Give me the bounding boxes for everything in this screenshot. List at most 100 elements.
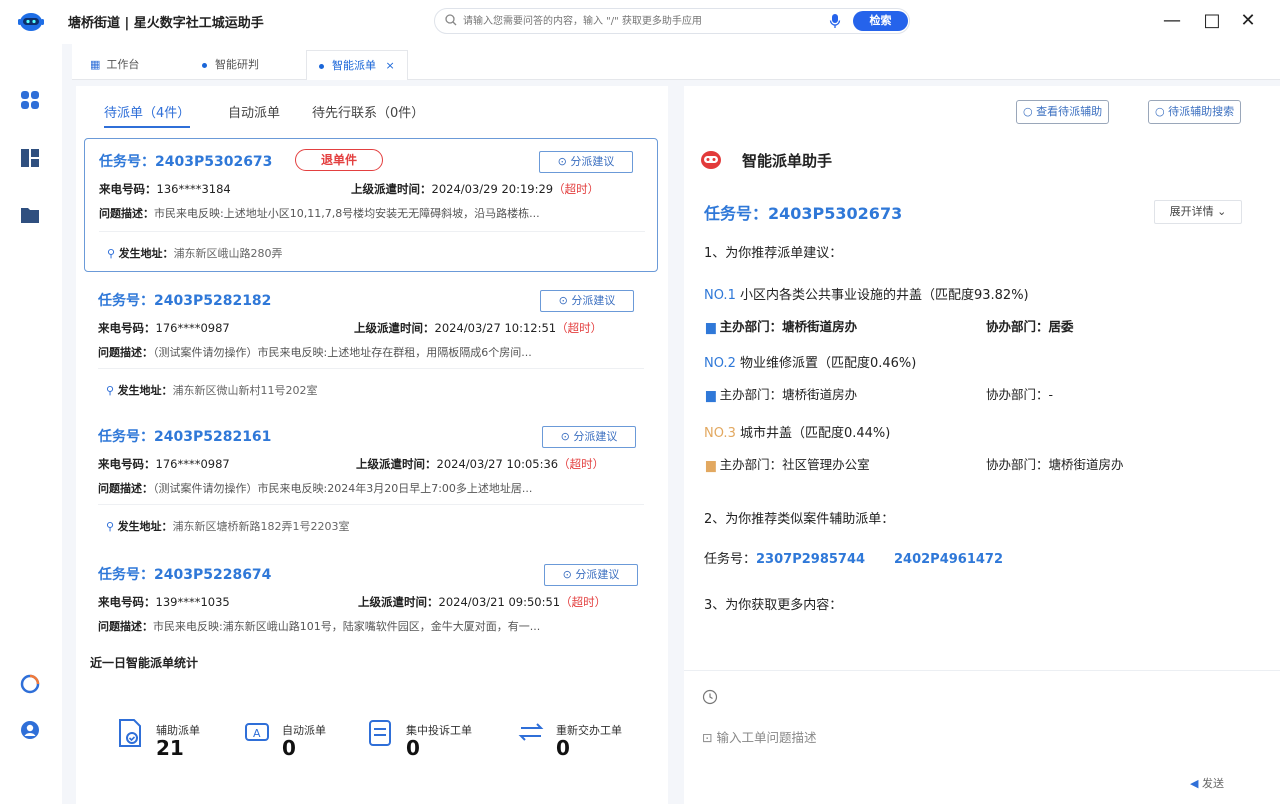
task-prefix: 任务号： [98, 429, 154, 445]
stat-reassigned-orders: 重新交办工单 0 [516, 718, 622, 760]
send-label: 发送 [1201, 777, 1224, 790]
folder-icon[interactable] [20, 206, 40, 224]
app-title: 塘桥街道 | 星火数字社工城运助手 [68, 16, 264, 31]
similar-case-link[interactable]: 2307P2985744 [756, 552, 865, 567]
user-avatar-icon[interactable] [20, 720, 40, 740]
maximize-icon[interactable]: □ [1200, 10, 1224, 31]
caller-phone: 来电号码：136****3184 [99, 181, 231, 197]
task-id: 2403P5228674 [154, 567, 272, 583]
similar-case-link[interactable]: 2402P4961472 [894, 552, 1003, 567]
ticket-card[interactable]: 任务号：2403P5282161 ⊙ 分派建议 来电号码：176****0987… [84, 418, 658, 548]
co-dept: 塘桥街道房办 [1048, 457, 1124, 472]
subtab-auto[interactable]: 自动派单 [228, 102, 280, 121]
ticket-card[interactable]: 任务号：2403P5302673 退单件 ⊙ 分派建议 来电号码：136****… [84, 138, 658, 272]
title-bar: 塘桥街道 | 星火数字社工城运助手 检索 — □ ✕ [0, 0, 1280, 44]
location-pin-icon: ⚲ [106, 384, 115, 397]
stat-complaint-orders: 集中投诉工单 0 [366, 718, 472, 760]
phone-label: 来电号码： [98, 457, 156, 471]
task-id: 2403P5282161 [154, 429, 272, 445]
task-prefix: 任务号： [98, 293, 154, 309]
problem-description: 问题描述：（测试案件请勿操作）市民来电反映:2024年3月20日早上7:00多上… [98, 480, 638, 496]
assistant-swirl-icon[interactable] [20, 674, 40, 694]
subtab-pending[interactable]: 待派单（4件） [104, 102, 191, 128]
send-button[interactable]: ◀ 发送 [1190, 775, 1224, 791]
desc-label: 问题描述： [98, 620, 153, 633]
phone-label: 来电号码： [98, 595, 156, 609]
microphone-icon[interactable] [829, 13, 841, 29]
main-dept: 塘桥街道房办 [782, 319, 858, 334]
phone-label: 来电号码： [98, 321, 156, 335]
question-input[interactable]: ⊡ 输入工单问题描述 [702, 727, 816, 746]
section-similar-cases: 2、为你推荐类似案件辅助派单： [704, 512, 895, 527]
history-clock-icon[interactable] [702, 689, 718, 705]
dispatch-assistant-panel: ○ 查看待派辅助 ○ 待派辅助搜索 智能派单助手 任务号：2403P530267… [684, 86, 1280, 804]
expand-details-button[interactable]: 展开详情 ⌄ [1154, 200, 1242, 224]
location-pin-icon: ⚲ [106, 520, 115, 533]
search-input[interactable] [463, 12, 813, 30]
input-placeholder: 输入工单问题描述 [716, 730, 817, 745]
building-icon: ▆ [706, 387, 716, 402]
phone-value: 136****3184 [156, 182, 231, 196]
tab-smart-analysis[interactable]: 智能研判 [190, 50, 271, 80]
assign-suggestion-button[interactable]: ⊙ 分派建议 [540, 290, 634, 312]
assign-suggestion-button[interactable]: ⊙ 分派建议 [544, 564, 638, 586]
stat-value: 0 [556, 736, 570, 760]
task-id: 2403P5302673 [768, 204, 903, 223]
overtime-flag: （超时） [560, 595, 607, 609]
time-label: 上级派遣时间： [356, 457, 437, 471]
recommendation-3[interactable]: NO.3 城市井盖（匹配度0.44%) [704, 422, 890, 441]
problem-description: 问题描述：（测试案件请勿操作）市民来电反映:上述地址存在群租，用隔板隔成6个房间… [98, 344, 638, 360]
svg-text:A: A [253, 727, 261, 740]
edit-icon: ⊡ [702, 730, 713, 745]
assign-label: 分派建议 [570, 155, 615, 168]
chat-input-area: ⊡ 输入工单问题描述 ◀ 发送 [684, 670, 1280, 804]
view-pending-assist-button[interactable]: ○ 查看待派辅助 [1016, 100, 1110, 124]
tab-label: 工作台 [106, 58, 140, 71]
similar-cases: 任务号：2307P2985744 2402P4961472 [704, 548, 1003, 567]
ticket-card[interactable]: 任务号：2403P5228674 ⊙ 分派建议 来电号码：139****1035… [84, 556, 658, 638]
ticket-card[interactable]: 任务号：2403P5282182 ⊙ 分派建议 来电号码：176****0987… [84, 282, 658, 412]
close-icon[interactable]: ✕ [1236, 10, 1260, 31]
rec-text: 城市井盖（匹配度0.44%) [739, 426, 891, 441]
search-pending-assist-button[interactable]: ○ 待派辅助搜索 [1148, 100, 1242, 124]
send-icon: ◀ [1190, 777, 1199, 790]
dispatch-time: 上级派遣时间：2024/03/27 10:12:51（超时） [354, 320, 602, 336]
main-dept: 塘桥街道房办 [782, 387, 858, 402]
search-button[interactable]: 检索 [853, 11, 908, 31]
tab-workbench[interactable]: ▦ 工作台 [78, 50, 151, 80]
assign-suggestion-button[interactable]: ⊙ 分派建议 [539, 151, 633, 173]
minimize-icon[interactable]: — [1160, 10, 1184, 31]
rec-text: 小区内各类公共事业设施的井盖（匹配度93.82%) [739, 288, 1029, 303]
assign-label: 分派建议 [571, 294, 616, 307]
building-icon: ▆ [706, 319, 716, 334]
recommendation-1[interactable]: NO.1 小区内各类公共事业设施的井盖（匹配度93.82%) [704, 284, 1029, 303]
task-prefix: 任务号： [99, 154, 155, 170]
divider [99, 231, 645, 232]
assign-suggestion-button[interactable]: ⊙ 分派建议 [542, 426, 636, 448]
caller-phone: 来电号码：176****0987 [98, 456, 230, 472]
recommendation-2[interactable]: NO.2 物业维修派置（匹配度0.46%) [704, 352, 916, 371]
btn-label: 待派辅助搜索 [1168, 105, 1235, 118]
co-dept: 居委 [1048, 319, 1074, 334]
overtime-flag: （超时） [553, 182, 600, 196]
desc-label: 问题描述： [99, 207, 154, 220]
section-recommendations: 1、为你推荐派单建议： [704, 246, 843, 261]
tab-close-icon[interactable]: × [386, 59, 395, 72]
time-value: 2024/03/29 20:19:29 [431, 182, 554, 196]
incident-address: ⚲ 发生地址：浦东新区微山新村11号202室 [106, 382, 318, 398]
overtime-flag: （超时） [556, 321, 603, 335]
subtab-contact-first[interactable]: 待先行联系（0件） [312, 102, 424, 121]
recommendation-3-depts: ▆ 主办部门：社区管理办公室 协办部门：塘桥街道房办 [706, 454, 1124, 473]
addr-value: 浦东新区微山新村11号202室 [172, 384, 318, 397]
list-document-icon [369, 720, 391, 746]
addr-label: 发生地址： [118, 247, 174, 260]
dispatch-time: 上级派遣时间：2024/03/29 20:19:29（超时） [351, 181, 599, 197]
co-dept-label: 协办部门： [986, 457, 1049, 472]
time-value: 2024/03/27 10:05:36 [436, 457, 559, 471]
tab-smart-dispatch[interactable]: 智能派单 × [306, 50, 408, 80]
auto-dispatch-icon: A [245, 723, 269, 741]
phone-value: 139****1035 [155, 595, 230, 609]
apps-grid-icon[interactable] [20, 90, 40, 110]
dashboard-icon[interactable] [20, 148, 40, 168]
rec-rank: NO.3 [704, 426, 736, 441]
